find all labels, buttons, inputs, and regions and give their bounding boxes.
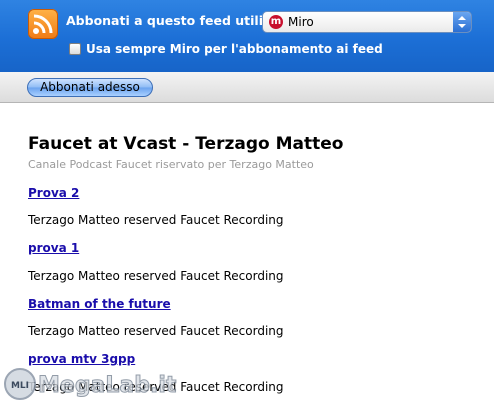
feed-item-link-prova-2[interactable]: Prova 2 xyxy=(28,186,79,200)
feed-subtitle: Canale Podcast Faucet riservato per Terz… xyxy=(28,158,314,171)
subscribe-now-button[interactable]: Abbonati adesso xyxy=(27,78,153,97)
feed-item-link-prova-1[interactable]: prova 1 xyxy=(28,241,79,255)
always-use-checkbox[interactable] xyxy=(69,43,81,55)
feed-item-description: Terzago Matteo reserved Faucet Recording xyxy=(28,213,284,227)
watermark-text: MegaLab.it xyxy=(38,373,177,398)
feed-reader-value: Miro xyxy=(288,15,314,29)
always-use-label[interactable]: Usa sempre Miro per l'abbonamento ai fee… xyxy=(86,42,383,56)
rss-feed-icon xyxy=(28,9,58,39)
megalab-watermark-logo: MLI MegaLab.it xyxy=(4,368,177,400)
miro-logo-icon: m xyxy=(269,15,283,29)
feed-item-description: Terzago Matteo reserved Faucet Recording xyxy=(28,269,284,283)
subscribe-header: Abbonati a questo feed utilizzando m Mir… xyxy=(0,0,494,72)
feed-reader-select[interactable]: m Miro xyxy=(262,11,472,33)
feed-item-link-batman[interactable]: Batman of the future xyxy=(28,297,171,311)
watermark-badge-text: MLI xyxy=(11,381,29,391)
select-arrows-icon[interactable] xyxy=(453,12,471,32)
subscribe-toolbar: Abbonati adesso xyxy=(0,72,494,103)
feed-title: Faucet at Vcast - Terzago Matteo xyxy=(28,134,344,154)
feed-item-description: Terzago Matteo reserved Faucet Recording xyxy=(28,324,284,338)
